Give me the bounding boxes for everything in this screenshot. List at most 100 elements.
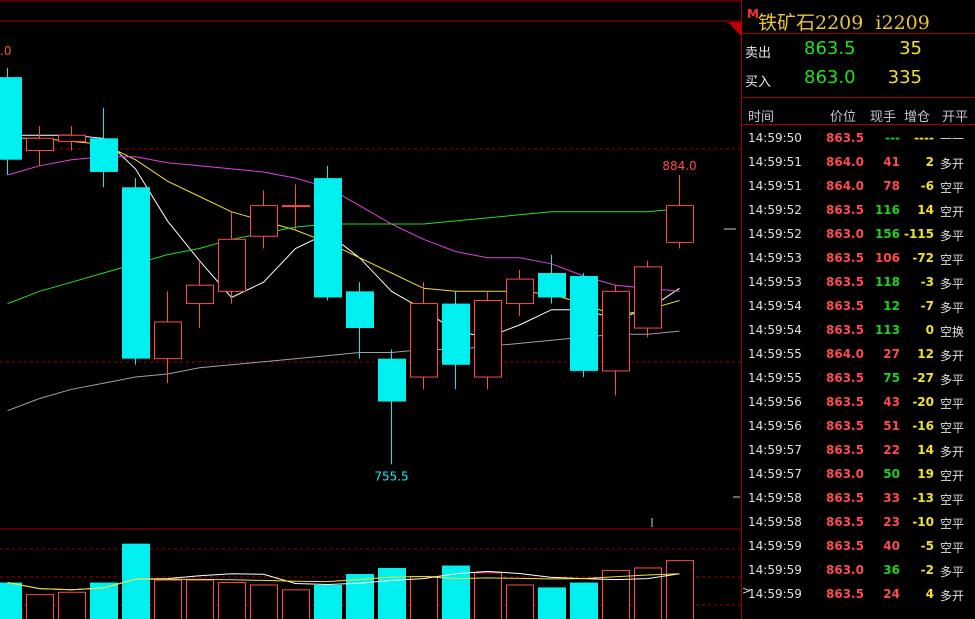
tick-time: 14:59:54 — [748, 299, 802, 313]
tick-row[interactable]: 14:59:52 863.5 116 14 空开 — [742, 199, 975, 223]
tick-row[interactable]: 14:59:59 863.0 36 -2 多平 — [742, 559, 975, 583]
tick-trade-type: 空平 — [940, 517, 965, 531]
volume-bar — [186, 579, 214, 619]
divider — [742, 124, 975, 125]
volume-bar — [26, 594, 54, 619]
tick-row[interactable]: 14:59:52 863.0 156 -115 多平 — [742, 223, 975, 247]
tick-volume: 23 — [883, 515, 900, 529]
candle-body — [634, 266, 662, 329]
tick-volume: 118 — [874, 275, 900, 289]
tick-volume: 40 — [883, 539, 900, 553]
volume-bar — [346, 574, 374, 619]
tick-volume: 78 — [883, 179, 900, 193]
tick-trade-type: 多开 — [940, 589, 965, 603]
candle-body — [58, 134, 86, 142]
tick-volume: 27 — [883, 347, 900, 361]
tick-trade-type: 空平 — [940, 421, 965, 435]
instrument-title-row: M 铁矿石2209 i2209 — [742, 4, 975, 34]
tick-row[interactable]: 14:59:59 863.5 24 4 多开 — [742, 583, 975, 607]
tick-open-interest-change: -72 — [912, 251, 934, 265]
tick-open-interest-change: -115 — [903, 227, 934, 241]
tick-row[interactable]: 14:59:56 863.5 51 -16 空平 — [742, 415, 975, 439]
candle-body — [474, 300, 502, 378]
tick-row[interactable]: 14:59:54 863.5 113 0 空换 — [742, 319, 975, 343]
header-time: 时间 — [748, 110, 775, 125]
tick-open-interest-change: -6 — [920, 179, 934, 193]
current-row-arrow-icon: > — [742, 584, 752, 597]
tick-volume: 116 — [874, 203, 900, 217]
tick-row[interactable]: 14:59:55 863.5 75 -27 多平 — [742, 367, 975, 391]
tick-open-interest-change: 12 — [917, 347, 934, 361]
candle-body — [602, 290, 630, 372]
tick-price: 863.5 — [826, 443, 864, 457]
tick-row[interactable]: 14:59:51 864.0 41 2 多开 — [742, 151, 975, 175]
tick-volume: 22 — [883, 443, 900, 457]
volume-bar — [666, 560, 694, 619]
tick-row[interactable]: 14:59:57 863.0 50 19 空开 — [742, 463, 975, 487]
candle-body — [26, 137, 54, 152]
high-price-label: 884.0 — [662, 159, 696, 173]
tick-trade-type: 空平 — [940, 397, 965, 411]
tick-price: 863.5 — [826, 203, 864, 217]
axis-corner-label: .0 — [0, 44, 11, 58]
bid-row[interactable]: 买入 863.0 335 — [742, 66, 975, 92]
header-price: 价位 — [830, 110, 857, 125]
tick-open-interest-change: 14 — [917, 203, 934, 217]
tick-open-interest-change: 2 — [925, 155, 934, 169]
tick-row[interactable]: 14:59:51 864.0 78 -6 空平 — [742, 175, 975, 199]
tick-volume: 12 — [883, 299, 900, 313]
volume-bar — [410, 575, 438, 619]
tick-row[interactable]: 14:59:50 863.5 --- ---- —— — [742, 127, 975, 151]
tick-row[interactable]: 14:59:53 863.5 118 -3 多平 — [742, 271, 975, 295]
tick-open-interest-change: 0 — [925, 323, 934, 337]
tick-open-interest-change: 4 — [925, 587, 934, 601]
tick-row[interactable]: 14:59:56 863.5 43 -20 空平 — [742, 391, 975, 415]
tick-time: 14:59:51 — [748, 155, 802, 169]
tick-volume: 50 — [883, 467, 900, 481]
tick-time: 14:59:59 — [748, 563, 802, 577]
tick-price: 863.0 — [826, 227, 864, 241]
tick-time: 14:59:53 — [748, 251, 802, 265]
tick-time: 14:59:55 — [748, 371, 802, 385]
tick-open-interest-change: ---- — [914, 131, 934, 145]
tick-open-interest-change: -27 — [912, 371, 934, 385]
kline-chart[interactable]: 884.0 755.5 .0 — [0, 0, 741, 619]
quote-panel: M 铁矿石2209 i2209 卖出 863.5 35 买入 863.0 335… — [741, 0, 975, 619]
candle-body — [282, 205, 310, 208]
candle-body — [570, 276, 598, 371]
volume-bar — [506, 584, 534, 619]
kline-chart-canvas[interactable]: 884.0 755.5 .0 — [0, 0, 741, 619]
tick-row[interactable]: 14:59:58 863.5 23 -10 空平 — [742, 511, 975, 535]
tick-row[interactable]: 14:59:54 863.5 12 -7 多平 — [742, 295, 975, 319]
ask-label: 卖出 — [745, 46, 772, 61]
tick-trade-type: 多平 — [940, 373, 965, 387]
tick-price: 863.5 — [826, 515, 864, 529]
tick-row[interactable]: 14:59:59 863.5 40 -5 空平 — [742, 535, 975, 559]
tick-price: 864.0 — [826, 155, 864, 169]
bid-volume: 335 — [887, 67, 922, 88]
tick-row[interactable]: 14:59:57 863.5 22 14 多开 — [742, 439, 975, 463]
candle-body — [154, 321, 182, 360]
tick-time: 14:59:52 — [748, 227, 802, 241]
volume-bar — [314, 584, 342, 619]
candle-body — [250, 205, 278, 237]
tick-row[interactable]: 14:59:58 863.5 33 -13 空平 — [742, 487, 975, 511]
volume-bar — [538, 587, 566, 619]
header-chg: 增仓 — [904, 110, 931, 125]
tick-volume: 33 — [883, 491, 900, 505]
ask-price: 863.5 — [804, 38, 856, 59]
tick-open-interest-change: -2 — [920, 563, 934, 577]
tick-open-interest-change: -16 — [912, 419, 934, 433]
instrument-title: 铁矿石2209 i2209 — [758, 12, 930, 34]
volume-bar — [250, 584, 278, 619]
tick-trade-type: 多开 — [940, 349, 965, 363]
low-price-label: 755.5 — [374, 469, 408, 483]
tick-trade-type: 空平 — [940, 541, 965, 555]
tick-trade-type: 多平 — [940, 565, 965, 579]
volume-bar — [0, 582, 22, 619]
tick-row[interactable]: 14:59:55 864.0 27 12 多开 — [742, 343, 975, 367]
ask-row[interactable]: 卖出 863.5 35 — [742, 37, 975, 63]
tick-row[interactable]: 14:59:53 863.5 106 -72 空平 — [742, 247, 975, 271]
tick-trade-type: 多开 — [940, 157, 965, 171]
tick-price: 864.0 — [826, 347, 864, 361]
